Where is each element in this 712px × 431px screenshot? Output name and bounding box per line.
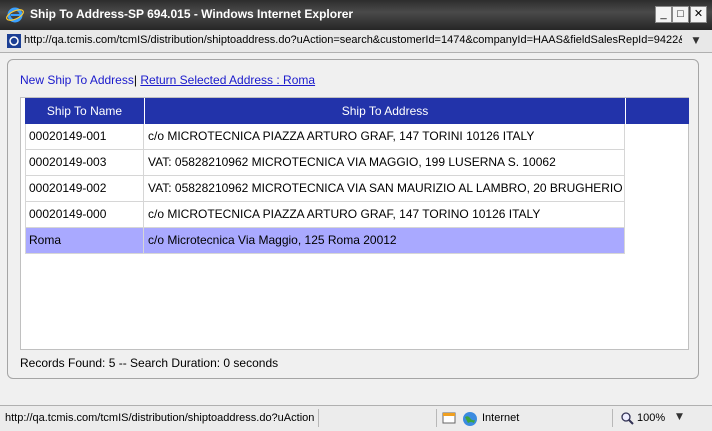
close-button[interactable]: ✕ <box>690 6 707 23</box>
table-row[interactable]: 00020149-002 VAT: 05828210962 MICROTECNI… <box>25 176 625 202</box>
records-found-text: Records Found: 5 -- Search Duration: 0 s… <box>20 356 279 370</box>
url-field[interactable]: http://qa.tcmis.com/tcmIS/distribution/s… <box>24 34 682 46</box>
popup-blocker-icon[interactable] <box>442 411 456 425</box>
link-separator: | <box>133 73 137 87</box>
status-divider <box>318 409 319 427</box>
maximize-button[interactable]: □ <box>672 6 689 23</box>
address-bar: http://qa.tcmis.com/tcmIS/distribution/s… <box>0 30 712 53</box>
status-url: http://qa.tcmis.com/tcmIS/distribution/s… <box>5 412 315 424</box>
return-selected-address-link[interactable]: Return Selected Address : Roma <box>140 73 315 87</box>
page-icon <box>7 34 21 48</box>
ship-to-address-cell: VAT: 05828210962 MICROTECNICA VIA MAGGIO… <box>144 150 625 175</box>
window-title: Ship To Address-SP 694.015 - Windows Int… <box>30 7 354 21</box>
ship-to-name-cell: 00020149-000 <box>25 202 144 227</box>
chevron-down-icon[interactable]: ▼ <box>676 412 683 422</box>
ship-to-name-cell: 00020149-001 <box>25 124 144 149</box>
column-header-ship-to-name[interactable]: Ship To Name <box>25 98 145 124</box>
ship-to-name-cell: 00020149-002 <box>25 176 144 201</box>
globe-icon <box>463 412 477 426</box>
table-row[interactable]: 00020149-000 c/o MICROTECNICA PIAZZA ART… <box>25 202 625 228</box>
title-bar[interactable]: Ship To Address-SP 694.015 - Windows Int… <box>0 0 712 31</box>
status-bar: http://qa.tcmis.com/tcmIS/distribution/s… <box>0 405 712 431</box>
status-divider <box>612 409 613 427</box>
table-row[interactable]: 00020149-003 VAT: 05828210962 MICROTECNI… <box>25 150 625 176</box>
zoom-icon[interactable] <box>620 411 634 425</box>
chevron-down-icon[interactable]: ▼ <box>688 33 704 49</box>
zoom-level[interactable]: 100% <box>637 412 665 424</box>
ship-to-name-cell: 00020149-003 <box>25 150 144 175</box>
internet-explorer-icon <box>6 7 24 23</box>
security-zone-label: Internet <box>482 412 520 424</box>
table-body: 00020149-001 c/o MICROTECNICA PIAZZA ART… <box>25 124 625 254</box>
ship-to-address-cell: c/o MICROTECNICA PIAZZA ARTURO GRAF, 147… <box>144 202 625 227</box>
ship-to-address-cell: c/o Microtecnica Via Maggio, 125 Roma 20… <box>144 228 625 253</box>
column-header-ship-to-address[interactable]: Ship To Address <box>145 98 626 124</box>
ship-to-address-cell: VAT: 05828210962 MICROTECNICA VIA SAN MA… <box>144 176 625 201</box>
ship-to-name-cell: Roma <box>25 228 144 253</box>
new-ship-to-address-link[interactable]: New Ship To Address <box>20 73 134 87</box>
status-divider <box>436 409 437 427</box>
table-row[interactable]: 00020149-001 c/o MICROTECNICA PIAZZA ART… <box>25 124 625 150</box>
table-row-selected[interactable]: Roma c/o Microtecnica Via Maggio, 125 Ro… <box>25 228 625 254</box>
ship-to-address-cell: c/o MICROTECNICA PIAZZA ARTURO GRAF, 147… <box>144 124 625 149</box>
minimize-button[interactable]: _ <box>655 6 672 23</box>
action-links: New Ship To Address| Return Selected Add… <box>20 73 315 87</box>
table-header: Ship To Name Ship To Address <box>25 98 689 124</box>
